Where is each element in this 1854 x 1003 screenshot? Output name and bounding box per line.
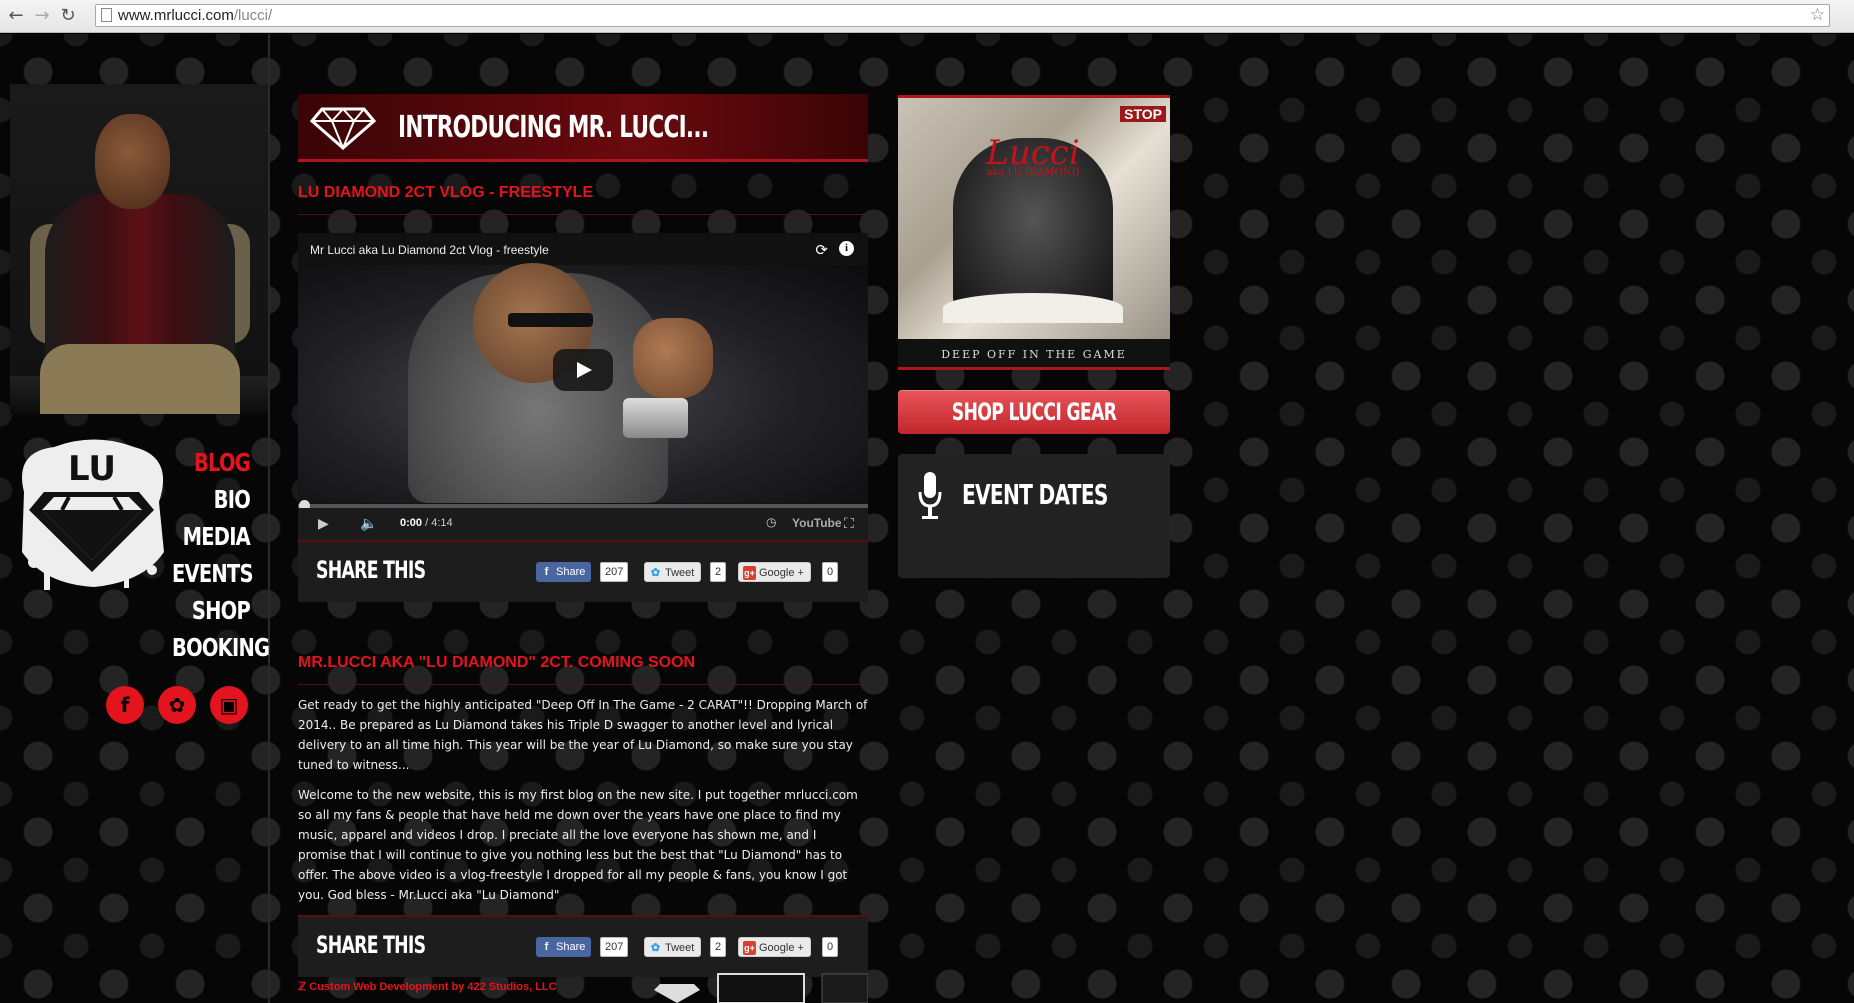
main-content: INTRODUCING MR. LUCCI... LU DIAMOND 2CT …	[298, 94, 868, 977]
facebook-icon[interactable]: f	[106, 686, 144, 724]
social-links: f ✿ ▣	[106, 686, 254, 726]
google-plus-icon: g+	[743, 941, 756, 955]
album-tagline: DEEP OFF IN THE GAME	[941, 348, 1127, 361]
browser-toolbar: ← → ↻ www.mrlucci.com/lucci/ ☆	[0, 0, 1854, 33]
share-label: SHARE THIS	[316, 931, 426, 959]
back-arrow-icon[interactable]: ←	[6, 6, 26, 26]
lu-diamond-footer-logo	[654, 984, 700, 1003]
google-plus-button[interactable]: g+ Google +	[738, 562, 811, 582]
forward-arrow-icon[interactable]: →	[32, 6, 52, 26]
video-player[interactable]: Mr Lucci aka Lu Diamond 2ct Vlog - frees…	[298, 233, 868, 540]
diamond-icon	[310, 107, 376, 150]
lu-diamond-logo[interactable]: LU	[14, 432, 169, 592]
post-paragraph: Welcome to the new website, this is my f…	[298, 788, 858, 902]
post-title[interactable]: LU DIAMOND 2CT VLOG - FREESTYLE	[298, 184, 868, 202]
footer-credit[interactable]: ℤ Custom Web Development by 422 Studios,…	[298, 980, 557, 993]
partner-logos	[654, 973, 868, 1003]
facebook-share-button[interactable]: f Share	[536, 937, 592, 957]
bookmark-star-icon[interactable]: ☆	[1810, 5, 1825, 25]
artist-portrait	[10, 84, 268, 414]
post-title[interactable]: MR.LUCCI AKA "LU DIAMOND" 2CT. COMING SO…	[298, 654, 868, 672]
page-title: INTRODUCING MR. LUCCI...	[398, 110, 709, 145]
event-dates-title: EVENT DATES	[962, 478, 1108, 511]
nav-shop[interactable]: SHOP	[172, 592, 251, 629]
youtube-logo[interactable]: YouTube	[792, 516, 842, 530]
share-bar: SHARE THIS f Share 207 ✿ Tweet 2 g+ Google …	[298, 540, 868, 602]
info-icon[interactable]: i	[839, 241, 854, 256]
share-icon[interactable]: ⟳	[815, 241, 828, 259]
twitter-icon: ✿	[650, 942, 661, 954]
facebook-share-count: 207	[600, 937, 629, 957]
nav-bio[interactable]: BIO	[172, 481, 251, 518]
partner-badge-logo	[821, 973, 868, 1003]
event-dates-panel: EVENT DATES	[898, 454, 1170, 578]
tweet-count: 2	[710, 937, 727, 957]
microphone-icon	[918, 472, 942, 519]
post-paragraph: Get ready to get the highly anticipated …	[298, 698, 868, 772]
twitter-icon: ✿	[650, 567, 661, 579]
instagram-icon[interactable]: ▣	[210, 686, 248, 724]
sidebar-divider	[268, 34, 270, 1003]
sidebar: LU BLOG BIO MEDIA EVENTS SHOP BOOKING f …	[0, 34, 270, 1003]
svg-text:LU: LU	[68, 449, 116, 489]
play-button[interactable]	[553, 349, 613, 391]
google-plus-count: 0	[822, 937, 839, 957]
tweet-button[interactable]: ✿ Tweet	[644, 937, 702, 957]
video-time: 0:00 / 4:14	[400, 517, 453, 529]
google-plus-icon: g+	[743, 566, 756, 580]
nav-events[interactable]: EVENTS	[172, 555, 254, 592]
address-bar[interactable]: www.mrlucci.com/lucci/ ☆	[95, 4, 1830, 27]
main-nav: BLOG BIO MEDIA EVENTS SHOP BOOKING	[150, 444, 270, 666]
video-title[interactable]: Mr Lucci aka Lu Diamond 2ct Vlog - frees…	[310, 243, 549, 257]
page-header: INTRODUCING MR. LUCCI...	[298, 94, 868, 162]
google-plus-count: 0	[822, 562, 839, 582]
facebook-icon: f	[544, 941, 549, 953]
k211-logo	[717, 973, 805, 1003]
page-icon	[101, 8, 112, 22]
nav-media[interactable]: MEDIA	[172, 518, 251, 555]
reload-icon[interactable]: ↻	[58, 6, 78, 26]
tweet-button[interactable]: ✿ Tweet	[644, 562, 702, 582]
facebook-icon: f	[544, 566, 549, 578]
album-cover[interactable]: STOP Lucci aka LU DIAMOND DEEP OFF IN THE…	[898, 95, 1170, 370]
url-text: www.mrlucci.com/lucci/	[118, 7, 273, 24]
tweet-count: 2	[710, 562, 727, 582]
play-icon[interactable]: ▶	[318, 515, 329, 532]
facebook-share-count: 207	[600, 562, 629, 582]
twitter-icon[interactable]: ✿	[158, 686, 196, 724]
watch-later-icon[interactable]: ◷	[766, 515, 776, 529]
fullscreen-icon[interactable]: ⛶	[844, 515, 854, 532]
google-plus-button[interactable]: g+ Google +	[738, 937, 811, 957]
studio-logo-icon: ℤ	[298, 981, 307, 993]
volume-icon[interactable]: 🔈	[360, 515, 377, 532]
share-label: SHARE THIS	[316, 556, 426, 584]
share-bar: SHARE THIS f Share 207 ✿ Tweet 2 g+ Google …	[298, 915, 868, 977]
video-controls: ▶ 🔈 0:00 / 4:14 ◷ YouTube ⛶	[298, 508, 868, 540]
nav-booking[interactable]: BOOKING	[172, 629, 270, 666]
album-title: Lucci aka LU DIAMOND	[986, 133, 1080, 178]
facebook-share-button[interactable]: f Share	[536, 562, 592, 582]
nav-blog[interactable]: BLOG	[172, 444, 251, 481]
stop-sign: STOP	[1120, 106, 1166, 122]
shop-lucci-gear-button[interactable]: SHOP LUCCI GEAR	[898, 390, 1170, 434]
